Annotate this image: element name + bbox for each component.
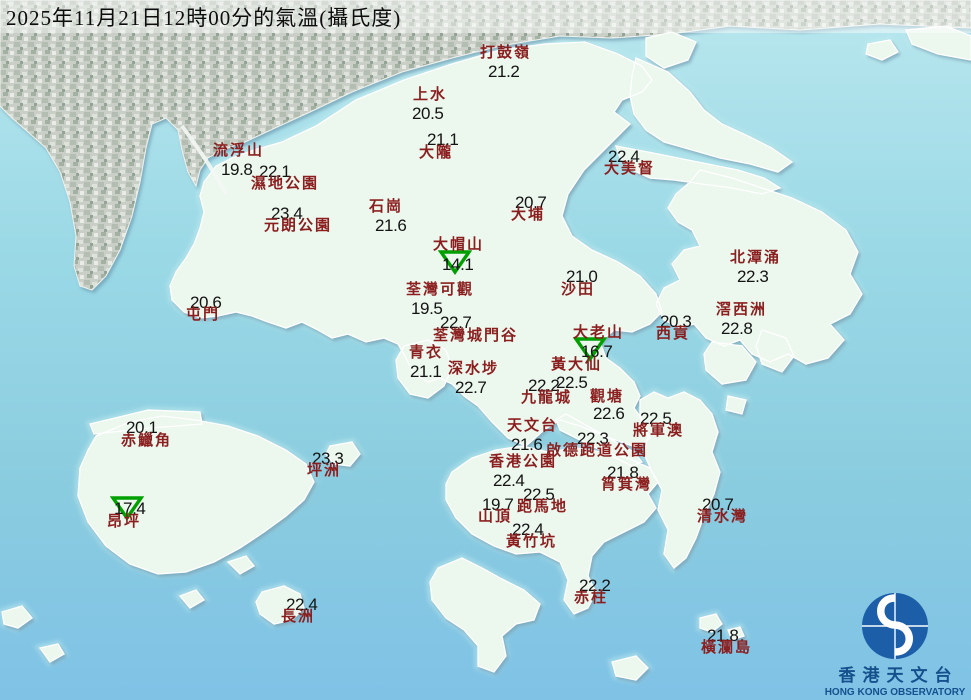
station-name: 天文台 (507, 418, 559, 434)
station-name: 赤柱 (574, 590, 609, 606)
station-name: 大埔 (511, 207, 546, 223)
station-name: 流浮山 (213, 143, 265, 159)
station-temp: 21.6 (511, 435, 543, 454)
station-name: 九龍城 (521, 390, 573, 406)
hko-logo-icon (862, 593, 928, 660)
station-temp: 14.1 (442, 255, 474, 274)
station-temp: 21.1 (410, 362, 442, 381)
hko-logo-name-chinese: 香港天文台 (838, 666, 959, 686)
station-name: 坪洲 (307, 463, 342, 479)
station-temp: 22.3 (737, 267, 769, 286)
map-title: 2025年11月21日12時00分的氣溫(攝氏度) (6, 6, 402, 30)
station-name: 大帽山 (433, 237, 485, 253)
station-name: 沙田 (561, 282, 596, 298)
station-name: 屯門 (186, 307, 221, 323)
station-temp: 22.7 (455, 378, 487, 397)
station-name: 長洲 (281, 609, 316, 625)
station-name: 筲箕灣 (601, 477, 653, 493)
temperature-map-page: 2025年11月21日12時00分的氣溫(攝氏度) 21.2 打鼓嶺 20.5 上水 2… (0, 0, 971, 700)
station-temp: 19.5 (411, 299, 443, 318)
station-name: 黃竹坑 (506, 534, 558, 550)
station-name: 青衣 (409, 345, 444, 361)
station-name: 大隴 (419, 145, 454, 161)
station-name: 觀塘 (590, 389, 625, 405)
station-name: 大美督 (604, 161, 656, 177)
station-name: 元朗公園 (264, 218, 333, 234)
station-name: 北潭涌 (730, 250, 782, 266)
station-name: 跑馬地 (517, 499, 569, 515)
station-temp: 22.8 (721, 319, 753, 338)
station-name: 將軍澳 (633, 423, 685, 439)
station-name: 深水埗 (448, 361, 500, 377)
station-name: 大老山 (573, 325, 625, 341)
station-name: 荃灣城門谷 (433, 328, 519, 344)
station-name: 打鼓嶺 (480, 45, 532, 61)
hko-logo: 香港天文台 HONG KONG OBSERVATORY (822, 590, 968, 698)
station-name: 滘西洲 (716, 302, 768, 318)
station-name: 啟德跑道公園 (546, 443, 649, 459)
station-temp: 20.5 (412, 104, 444, 123)
station-name: 西貢 (656, 326, 691, 342)
station-temp: 21.2 (488, 62, 520, 81)
station-name: 濕地公園 (251, 176, 320, 192)
hko-logo-name-english: HONG KONG OBSERVATORY (824, 687, 966, 698)
station-name: 橫瀾島 (701, 640, 753, 656)
station-name: 黃大仙 (551, 357, 603, 373)
station-temp: 19.8 (221, 160, 253, 179)
station-name: 香港公園 (489, 454, 558, 470)
station-temp: 22.5 (556, 373, 588, 392)
station-name: 赤鱲角 (121, 433, 173, 449)
station-name: 昂坪 (107, 514, 142, 530)
station-name: 上水 (413, 87, 448, 103)
station-temp: 21.6 (375, 216, 407, 235)
station-temp: 22.4 (493, 471, 525, 490)
station-name: 石崗 (369, 199, 404, 215)
station-temp: 22.6 (593, 404, 625, 423)
station-name: 荃灣可觀 (406, 282, 475, 298)
station-name: 山頂 (478, 509, 513, 525)
station-name: 清水灣 (697, 509, 749, 525)
